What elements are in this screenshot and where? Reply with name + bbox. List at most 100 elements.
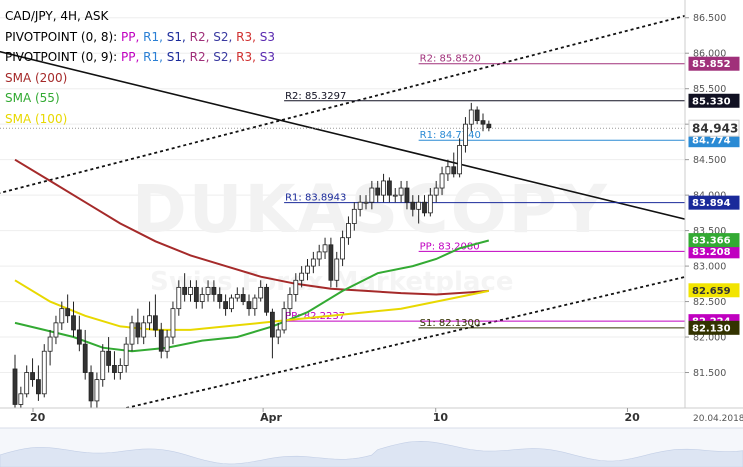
y-tick-label: 86.500 xyxy=(693,13,726,24)
candle-body xyxy=(392,194,398,197)
candle-body xyxy=(375,187,381,196)
pivot-label-2: R1: 84.7740 xyxy=(420,130,481,141)
candle-body xyxy=(123,343,129,366)
candle-body xyxy=(316,251,322,260)
candle-body xyxy=(445,166,451,175)
candle-body xyxy=(416,201,422,210)
chart-container[interactable]: DUKASCOPY Swiss Forex Marketplace R2: 85.8… xyxy=(0,0,743,467)
legend-pivot-item-pp: PP, xyxy=(121,50,144,64)
candle-body xyxy=(433,187,439,196)
pivot-tag-1-label: 85.330 xyxy=(692,96,731,107)
candle-body xyxy=(357,201,363,210)
legend-pivot-item-s1: S1, xyxy=(166,50,190,64)
candle-body xyxy=(363,201,369,204)
candle-body xyxy=(410,201,416,210)
candle-body xyxy=(351,208,357,224)
candle-body xyxy=(252,297,258,310)
candle-body xyxy=(404,187,410,203)
pivot-tag-4-label: 83.208 xyxy=(692,247,731,258)
candle-body xyxy=(117,365,123,373)
legend-pivot-item-r3: R3, xyxy=(236,50,260,64)
candle-body xyxy=(76,329,82,345)
legend-pivot-item-r2: R2, xyxy=(189,29,214,44)
legend-sma-55: SMA (55) xyxy=(5,91,60,105)
candle-body xyxy=(24,372,30,395)
candle-body xyxy=(369,187,375,203)
candle-body xyxy=(439,173,445,189)
legend-symbol: CAD/JPY, 4H, ASK xyxy=(5,9,109,23)
x-axis-last-date: 20.04.2018 xyxy=(693,414,743,424)
y-tick-label: 81.500 xyxy=(693,368,726,379)
candle-body xyxy=(457,145,463,175)
candle-body xyxy=(59,308,65,324)
candle-body xyxy=(269,311,275,338)
candle-body xyxy=(422,201,427,214)
candle-body xyxy=(305,265,310,274)
candle-body xyxy=(112,365,117,373)
candle-body xyxy=(258,286,264,299)
pivot-label-4: PP: 83.2080 xyxy=(420,241,480,252)
candle-body xyxy=(211,286,217,295)
candle-body xyxy=(340,237,346,260)
candle-body xyxy=(217,294,223,302)
legend-pivot-item-pp: PP, xyxy=(121,29,144,44)
candle-body xyxy=(71,315,76,331)
candle-body xyxy=(36,379,41,395)
candle-body xyxy=(176,286,182,310)
legend-pivot-item-r3: R3, xyxy=(236,29,260,44)
candle-body xyxy=(205,286,211,295)
candle-body xyxy=(229,297,234,310)
candle-body xyxy=(158,329,164,352)
legend-pivot-9: PIVOTPOINT (0, 9): PP, R1, S1, R2, S2, R… xyxy=(5,47,275,68)
y-tick-label: 83.000 xyxy=(693,262,726,273)
candle-body xyxy=(188,286,193,295)
candle-body xyxy=(486,123,492,129)
x-tick-label: 20 xyxy=(624,411,640,424)
candle-body xyxy=(468,109,474,125)
legend-pivot-9-items: PP, R1, S1, R2, S2, R3, S3 xyxy=(121,50,275,64)
candle-body xyxy=(322,244,328,253)
pivot-label-3: R1: 83.8943 xyxy=(285,193,346,204)
legend-sma-200: SMA (200) xyxy=(5,70,68,85)
pivot-label-0: R2: 85.8520 xyxy=(420,54,481,65)
candle-body xyxy=(328,244,334,281)
y-tick-label: 82.500 xyxy=(693,297,726,308)
pivot-label-6: S1: 82.1300 xyxy=(420,318,481,329)
candle-body xyxy=(170,308,176,338)
x-tick-label: 10 xyxy=(433,411,449,424)
candle-body xyxy=(264,286,269,313)
price-tag-0-label: 84.943 xyxy=(692,122,738,136)
candle-body xyxy=(275,329,281,338)
legend-pivot-9-prefix: PIVOTPOINT (0, 9): xyxy=(5,50,118,64)
legend-pivot-8: PIVOTPOINT (0, 8): PP, R1, S1, R2, S2, R… xyxy=(5,27,275,48)
pivot-tag-2-label: 84.774 xyxy=(692,136,731,147)
candle-body xyxy=(346,223,351,239)
candle-body xyxy=(299,272,305,281)
legend-pivot-8-prefix: PIVOTPOINT (0, 8): xyxy=(5,29,118,44)
candle-body xyxy=(480,120,486,125)
candle-body xyxy=(141,322,147,338)
candle-body xyxy=(287,294,293,310)
candle-body xyxy=(451,166,457,175)
candle-body xyxy=(30,372,35,381)
candle-body xyxy=(53,322,59,338)
candle-body xyxy=(18,393,24,405)
candle-body xyxy=(427,194,433,214)
pivot-tag-0-label: 85.852 xyxy=(692,59,731,70)
candle-body xyxy=(463,123,468,146)
candle-body xyxy=(12,368,18,405)
candle-body xyxy=(65,308,71,317)
pivot-label-1: R2: 85.3297 xyxy=(285,91,346,102)
candle-body xyxy=(193,286,199,302)
candle-body xyxy=(41,350,47,395)
candle-body xyxy=(129,322,135,345)
candle-body xyxy=(381,180,386,196)
legend-pivot-item-s1: S1, xyxy=(166,29,190,44)
candle-body xyxy=(100,350,106,381)
candle-body xyxy=(334,258,340,281)
legend-pivot-item-s3: S3 xyxy=(259,50,276,64)
candle-body xyxy=(82,343,88,373)
candle-body xyxy=(386,180,392,196)
legend-pivot-item-r2: R2, xyxy=(189,50,214,64)
candle-body xyxy=(223,301,229,310)
